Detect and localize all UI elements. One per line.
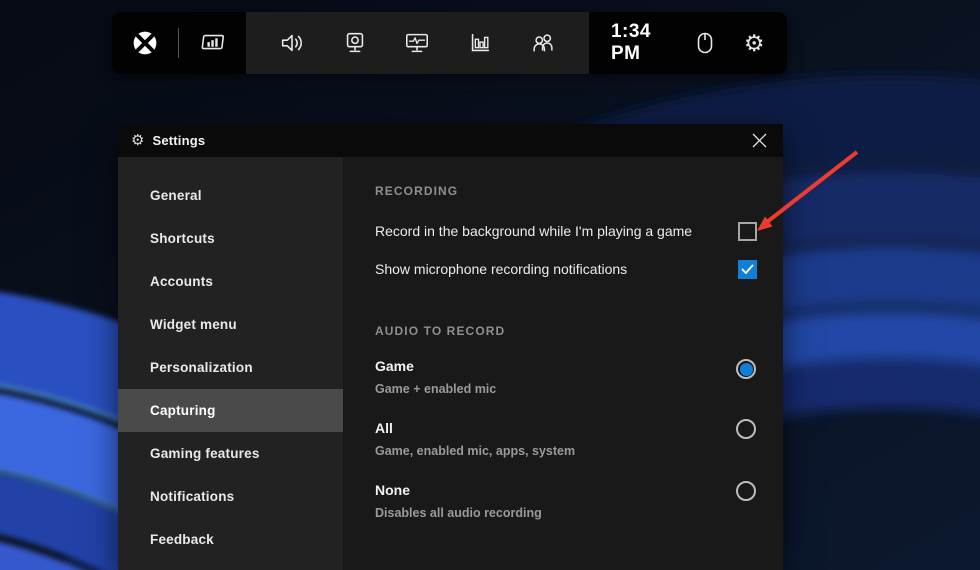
settings-window: ⚙ Settings General Shortcuts Accounts Wi…	[118, 124, 783, 570]
audio-option-all-radio[interactable]	[736, 419, 756, 439]
audio-option-none-desc: Disables all audio recording	[375, 506, 542, 520]
sidebar-item-notifications[interactable]: Notifications	[118, 475, 343, 518]
game-bar-separator	[178, 28, 179, 58]
settings-gear-icon: ⚙	[131, 133, 144, 148]
clock: 1:34 PM	[609, 21, 668, 65]
audio-option-game-label: Game	[375, 358, 414, 374]
performance-icon[interactable]	[400, 26, 434, 60]
game-bar-left-section	[112, 12, 246, 74]
capturing-settings-panel: RECORDING Record in the background while…	[343, 157, 783, 570]
audio-option-game-desc: Game + enabled mic	[375, 382, 496, 396]
checkmark-icon	[741, 264, 754, 275]
audio-option-none-radio[interactable]	[736, 481, 756, 501]
close-button[interactable]	[748, 130, 770, 152]
widgets-icon[interactable]	[196, 26, 230, 60]
audio-section-heading: AUDIO TO RECORD	[375, 324, 505, 338]
sidebar-item-capturing[interactable]: Capturing	[118, 389, 343, 432]
mic-notifications-checkbox[interactable]	[738, 260, 757, 279]
audio-icon[interactable]	[275, 26, 309, 60]
settings-titlebar: ⚙ Settings	[118, 124, 783, 157]
window-title: Settings	[152, 133, 205, 148]
settings-sidebar: General Shortcuts Accounts Widget menu P…	[118, 157, 343, 570]
sidebar-item-feedback[interactable]: Feedback	[118, 518, 343, 561]
xbox-icon[interactable]	[128, 26, 162, 60]
game-bar-right-section: 1:34 PM ⚙	[589, 12, 787, 74]
record-in-background-label: Record in the background while I'm playi…	[375, 223, 692, 239]
record-in-background-checkbox[interactable]	[738, 222, 757, 241]
audio-option-all-label: All	[375, 420, 393, 436]
sidebar-item-personalization[interactable]: Personalization	[118, 346, 343, 389]
capture-icon[interactable]	[338, 26, 372, 60]
recording-section-heading: RECORDING	[375, 184, 458, 198]
resources-icon[interactable]	[463, 26, 497, 60]
sidebar-item-general[interactable]: General	[118, 174, 343, 217]
sidebar-item-accounts[interactable]: Accounts	[118, 260, 343, 303]
mic-notifications-label: Show microphone recording notifications	[375, 261, 627, 277]
game-bar-widget-toggles	[246, 12, 589, 74]
mouse-icon[interactable]	[692, 26, 718, 60]
audio-option-game-radio[interactable]	[736, 359, 756, 379]
game-bar: 1:34 PM ⚙	[112, 12, 787, 74]
gear-icon[interactable]: ⚙	[741, 26, 767, 60]
sidebar-item-gaming-features[interactable]: Gaming features	[118, 432, 343, 475]
sidebar-item-shortcuts[interactable]: Shortcuts	[118, 217, 343, 260]
sidebar-item-widget-menu[interactable]: Widget menu	[118, 303, 343, 346]
audio-option-all-desc: Game, enabled mic, apps, system	[375, 444, 575, 458]
close-icon	[752, 133, 767, 148]
audio-option-none-label: None	[375, 482, 410, 498]
social-icon[interactable]	[526, 26, 560, 60]
